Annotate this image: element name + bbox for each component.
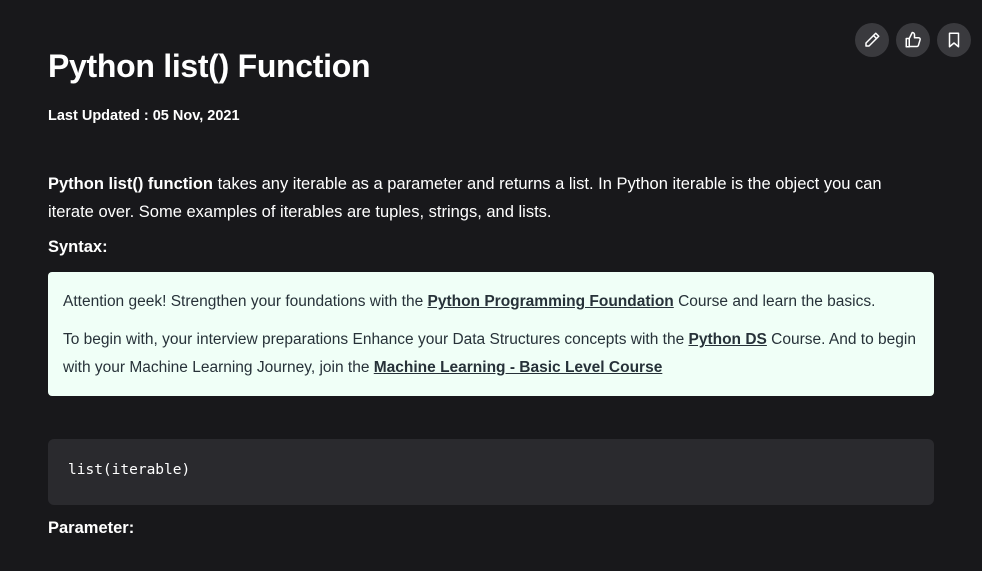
promo-paragraph-1: Attention geek! Strengthen your foundati…: [63, 288, 919, 316]
edit-button[interactable]: [855, 23, 889, 57]
bookmark-button[interactable]: [937, 23, 971, 57]
machine-learning-link[interactable]: Machine Learning - Basic Level Course: [374, 359, 663, 376]
promo-text-2: Course and learn the basics.: [673, 293, 876, 310]
bookmark-icon: [948, 32, 960, 48]
last-updated: Last Updated : 05 Nov, 2021: [48, 108, 240, 124]
pencil-icon: [865, 32, 880, 47]
intro-bold-text: Python list() function: [48, 175, 213, 193]
python-ds-link[interactable]: Python DS: [689, 331, 767, 348]
code-block[interactable]: list(iterable): [48, 439, 934, 505]
promo-text-1: Attention geek! Strengthen your foundati…: [63, 293, 428, 310]
page-title: Python list() Function: [48, 48, 371, 84]
article-actions: [855, 23, 971, 57]
code-text: list(iterable): [68, 462, 191, 478]
like-button[interactable]: [896, 23, 930, 57]
syntax-heading: Syntax:: [48, 238, 108, 256]
thumbs-up-icon: [905, 31, 921, 48]
promo-paragraph-2: To begin with, your interview preparatio…: [63, 326, 919, 382]
promo-box: Attention geek! Strengthen your foundati…: [48, 272, 934, 396]
promo-text-3: To begin with, your interview preparatio…: [63, 331, 689, 348]
intro-paragraph: Python list() function takes any iterabl…: [48, 170, 928, 226]
parameter-heading: Parameter:: [48, 519, 135, 537]
python-foundation-link[interactable]: Python Programming Foundation: [428, 293, 674, 310]
